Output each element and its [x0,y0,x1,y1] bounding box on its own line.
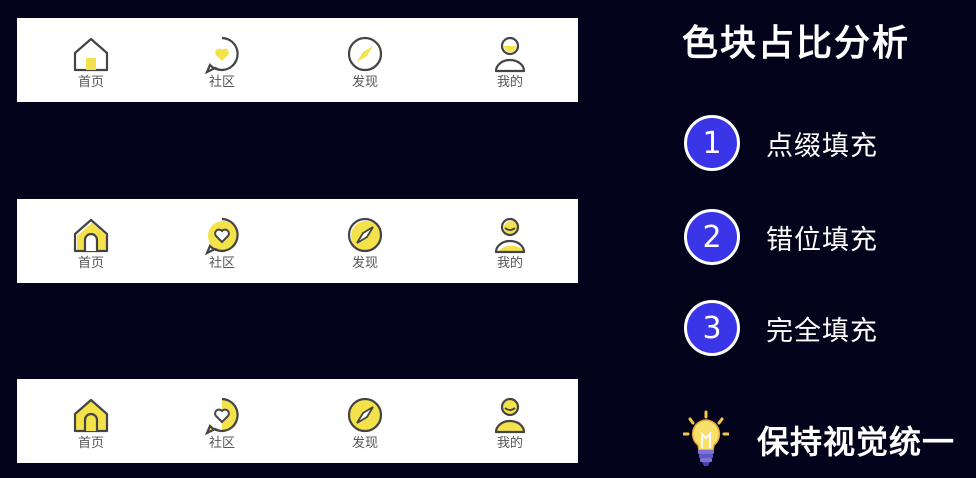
tab-label: 我的 [496,256,523,271]
tab-label: 首页 [77,256,104,271]
tab-label: 发现 [351,436,378,451]
lightbulb-icon [683,410,729,466]
item-label: 点缀填充 [766,130,878,162]
list-item: 1 点缀填充 [684,115,878,171]
tab-profile[interactable]: 我的 [470,379,550,463]
home-icon [73,37,109,72]
tab-community[interactable]: 社区 [182,18,262,102]
tab-label: 我的 [496,75,523,90]
chat-heart-icon [204,36,239,74]
user-icon [494,397,526,434]
tab-home[interactable]: 首页 [51,199,131,283]
tab-label: 社区 [208,256,235,271]
tab-label: 首页 [77,436,104,451]
tab-label: 发现 [351,256,378,271]
tab-label: 我的 [496,436,523,451]
chat-heart-icon [204,217,239,255]
tip-text: 保持视觉统一 [757,423,956,461]
tabbar-offset-fill: 首页 社区 发现 我的 [17,199,578,283]
tab-community[interactable]: 社区 [182,199,262,283]
tabbar-accent-fill: 首页 社区 发现 我的 [17,18,578,102]
tab-discover[interactable]: 发现 [325,199,405,283]
tab-label: 发现 [351,75,378,90]
compass-icon [347,36,383,72]
tab-profile[interactable]: 我的 [470,199,550,283]
user-icon [494,36,526,73]
tab-community[interactable]: 社区 [182,379,262,463]
number-badge: 1 [684,115,740,171]
home-icon [73,218,109,253]
item-label: 完全填充 [766,315,878,347]
user-icon [494,217,526,254]
tabbar-full-fill: 首页 社区 发现 我的 [17,379,578,463]
tab-discover[interactable]: 发现 [325,18,405,102]
chat-heart-icon [204,397,239,435]
tab-label: 社区 [208,436,235,451]
home-icon [73,398,109,433]
tab-profile[interactable]: 我的 [470,18,550,102]
list-item: 3 完全填充 [684,300,878,356]
list-item: 2 错位填充 [684,209,878,265]
item-label: 错位填充 [766,224,878,256]
tip-row: 保持视觉统一 [683,410,955,470]
compass-icon [347,397,383,433]
tab-label: 首页 [77,75,104,90]
tab-label: 社区 [208,75,235,90]
number-badge: 2 [684,209,740,265]
compass-icon [347,217,383,253]
number-badge: 3 [684,300,740,356]
page-title: 色块占比分析 [682,23,911,64]
tab-home[interactable]: 首页 [51,379,131,463]
tab-home[interactable]: 首页 [51,18,131,102]
tab-discover[interactable]: 发现 [325,379,405,463]
